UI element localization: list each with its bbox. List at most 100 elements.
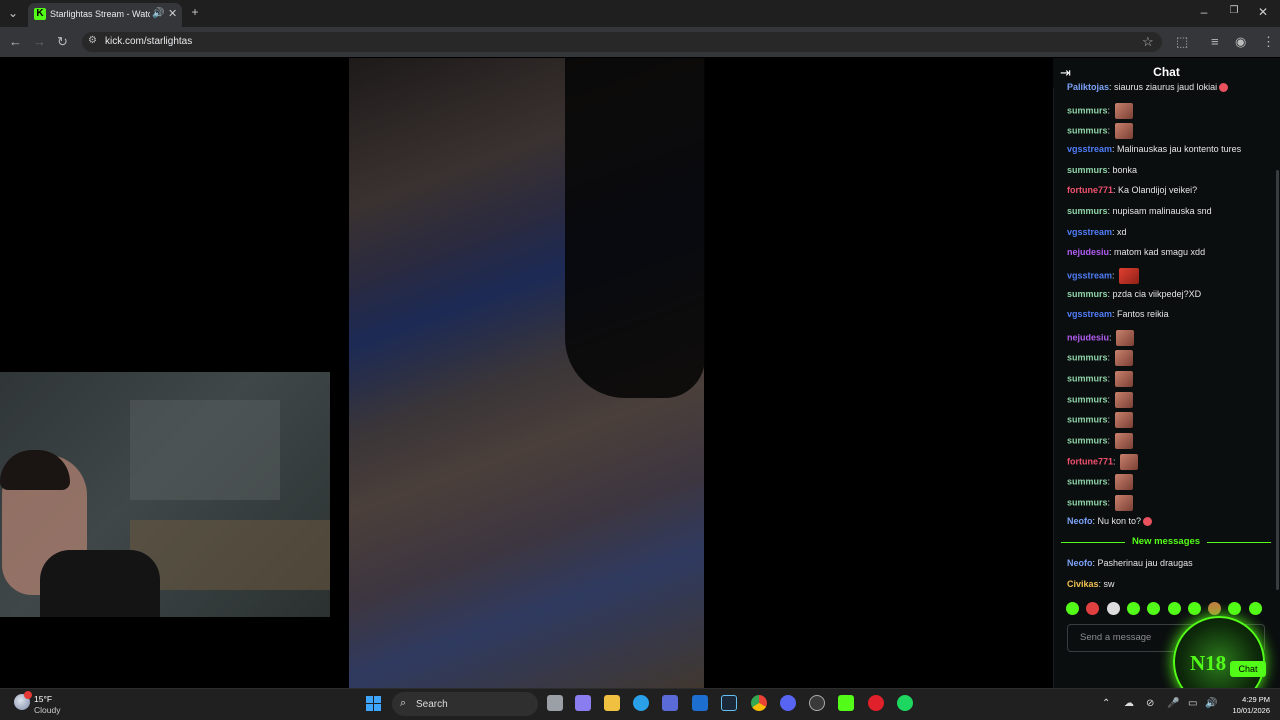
back-icon[interactable]: ← — [9, 34, 22, 49]
new-tab-button[interactable]: + — [188, 5, 202, 19]
chat-username[interactable]: summurs — [1067, 394, 1108, 404]
chat-username[interactable]: Paliktojas — [1067, 82, 1109, 92]
window-close-button[interactable]: ✕ — [1256, 5, 1270, 19]
url-text[interactable]: kick.com/starlightas — [105, 36, 192, 47]
address-bar[interactable] — [82, 32, 1162, 52]
chat-username[interactable]: summurs — [1067, 477, 1108, 487]
kick-app-icon[interactable] — [838, 695, 854, 711]
chat-username[interactable]: vgsstream — [1067, 270, 1112, 280]
browser-tab[interactable]: K Starlightas Stream - Watch L 🔊 ✕ — [28, 3, 182, 27]
chat-text: Nu kon to? — [1097, 515, 1142, 526]
chat-username[interactable]: nejudesiu — [1067, 332, 1109, 342]
chat-username[interactable]: vgsstream — [1067, 227, 1112, 237]
chat-separator: : — [1107, 435, 1113, 446]
tray-microphone-icon[interactable]: 🎤 — [1167, 698, 1179, 709]
windows-start-icon[interactable] — [366, 696, 382, 712]
chat-text: Malinauskas jau kontento tures — [1117, 143, 1242, 154]
discord-icon[interactable] — [780, 695, 796, 711]
outlook-icon[interactable] — [692, 695, 708, 711]
weather-temperature[interactable]: 15°F — [34, 694, 52, 704]
chat-username[interactable]: summurs — [1067, 373, 1108, 383]
emote-bar-item-icon[interactable] — [1228, 602, 1242, 615]
site-info-icon[interactable]: ⚙ — [88, 35, 97, 46]
tray-chevron-icon[interactable]: ⌃ — [1102, 698, 1110, 709]
search-icon: ⌕ — [400, 697, 407, 709]
weather-description[interactable]: Cloudy — [34, 705, 60, 715]
tray-network-icon[interactable]: ▭ — [1188, 698, 1197, 709]
chat-username[interactable]: summurs — [1067, 497, 1108, 507]
chat-separator: : — [1107, 373, 1113, 384]
tab-audio-icon[interactable]: 🔊 — [152, 8, 164, 19]
chrome-icon[interactable] — [751, 695, 767, 711]
tab-search-icon[interactable]: ⌄ — [6, 6, 20, 20]
chat-username[interactable]: vgsstream — [1067, 309, 1112, 319]
chat-send-button[interactable]: Chat — [1230, 661, 1266, 677]
chat-separator: : — [1107, 497, 1113, 508]
store-icon[interactable] — [662, 695, 678, 711]
chat-message: Neofo: Nu kon to? — [1067, 515, 1153, 526]
chat-message: nejudesiu: — [1067, 329, 1135, 346]
taskbar-search-box[interactable] — [392, 692, 538, 716]
bookmark-star-icon[interactable]: ☆ — [1142, 34, 1154, 50]
steam-icon[interactable] — [721, 695, 737, 711]
chat-username[interactable]: summurs — [1067, 353, 1108, 363]
chat-username[interactable]: fortune771 — [1067, 456, 1113, 466]
reload-icon[interactable]: ↻ — [57, 34, 68, 50]
emote-bar-item-icon[interactable] — [1086, 602, 1100, 615]
chat-username[interactable]: Neofo — [1067, 516, 1093, 526]
webcam-background — [130, 400, 280, 500]
window-minimize-button[interactable]: – — [1197, 5, 1211, 19]
clock-time[interactable]: 4:29 PM — [1220, 695, 1270, 704]
chat-username[interactable]: summurs — [1067, 435, 1108, 445]
chat-username[interactable]: summurs — [1067, 206, 1108, 216]
chat-message: summurs: — [1067, 495, 1133, 511]
app-icon[interactable] — [809, 695, 825, 711]
chat-message: summurs: bonka — [1067, 165, 1137, 175]
chat-username[interactable]: Civikas — [1067, 579, 1099, 589]
tray-cloud-icon[interactable]: ☁ — [1124, 698, 1134, 709]
chat-message: summurs: — [1067, 350, 1133, 367]
tab-close-icon[interactable]: ✕ — [168, 7, 177, 20]
chat-separator: : — [1107, 352, 1113, 363]
emote-bar-item-icon[interactable] — [1106, 602, 1120, 615]
emote-bar-item-icon[interactable] — [1208, 602, 1222, 615]
chat-username[interactable]: summurs — [1067, 289, 1108, 299]
file-explorer-icon[interactable] — [604, 695, 620, 711]
tray-volume-icon[interactable]: 🔊 — [1205, 698, 1217, 709]
emote-bar-item-icon[interactable] — [1167, 602, 1181, 615]
chat-username[interactable]: summurs — [1067, 105, 1108, 115]
chat-scrollbar[interactable] — [1276, 170, 1279, 590]
chat-username[interactable]: fortune771 — [1067, 185, 1113, 195]
opera-icon[interactable] — [868, 695, 884, 711]
window-restore-button[interactable]: ❐ — [1227, 5, 1241, 16]
emote-bar-item-icon[interactable] — [1187, 602, 1201, 615]
emote-bar-item-icon[interactable] — [1248, 602, 1262, 615]
chat-message: summurs: — [1067, 123, 1133, 140]
chat-message: fortune771: Ka Olandijoj veikei? — [1067, 185, 1197, 195]
chat-username[interactable]: summurs — [1067, 415, 1108, 425]
chat-separator: : — [1112, 270, 1118, 281]
chat-username[interactable]: Neofo — [1067, 558, 1093, 568]
profile-icon[interactable]: ◉ — [1235, 34, 1246, 50]
chat-username[interactable]: nejudesiu — [1067, 247, 1109, 257]
emote-bar-item-icon[interactable] — [1126, 602, 1140, 615]
chat-username[interactable]: vgsstream — [1067, 144, 1112, 154]
edge-icon[interactable] — [633, 695, 649, 711]
extensions-icon[interactable]: ⬚ — [1176, 34, 1188, 50]
chat-message: Paliktojas: siaurus ziaurus jaud lokiai — [1067, 82, 1229, 93]
clock-date[interactable]: 10/01/2026 — [1220, 706, 1270, 715]
chat-emote-icon — [1120, 453, 1139, 470]
emote-bar-item-icon[interactable] — [1147, 602, 1161, 615]
tray-notification-icon[interactable]: ⊘ — [1146, 698, 1154, 709]
forward-icon[interactable]: → — [33, 34, 46, 49]
chat-username[interactable]: summurs — [1067, 126, 1108, 136]
spotify-icon[interactable] — [897, 695, 913, 711]
chat-emote-icon — [1114, 412, 1133, 429]
new-messages-divider[interactable]: New messages — [1061, 536, 1271, 548]
browser-menu-icon[interactable]: ⋮ — [1262, 34, 1275, 50]
media-controls-icon[interactable]: ≡ — [1211, 34, 1219, 49]
task-view-icon[interactable] — [547, 695, 563, 711]
emote-bar-item-icon[interactable] — [1066, 602, 1079, 615]
chat-username[interactable]: summurs — [1067, 165, 1108, 175]
copilot-icon[interactable] — [575, 695, 591, 711]
